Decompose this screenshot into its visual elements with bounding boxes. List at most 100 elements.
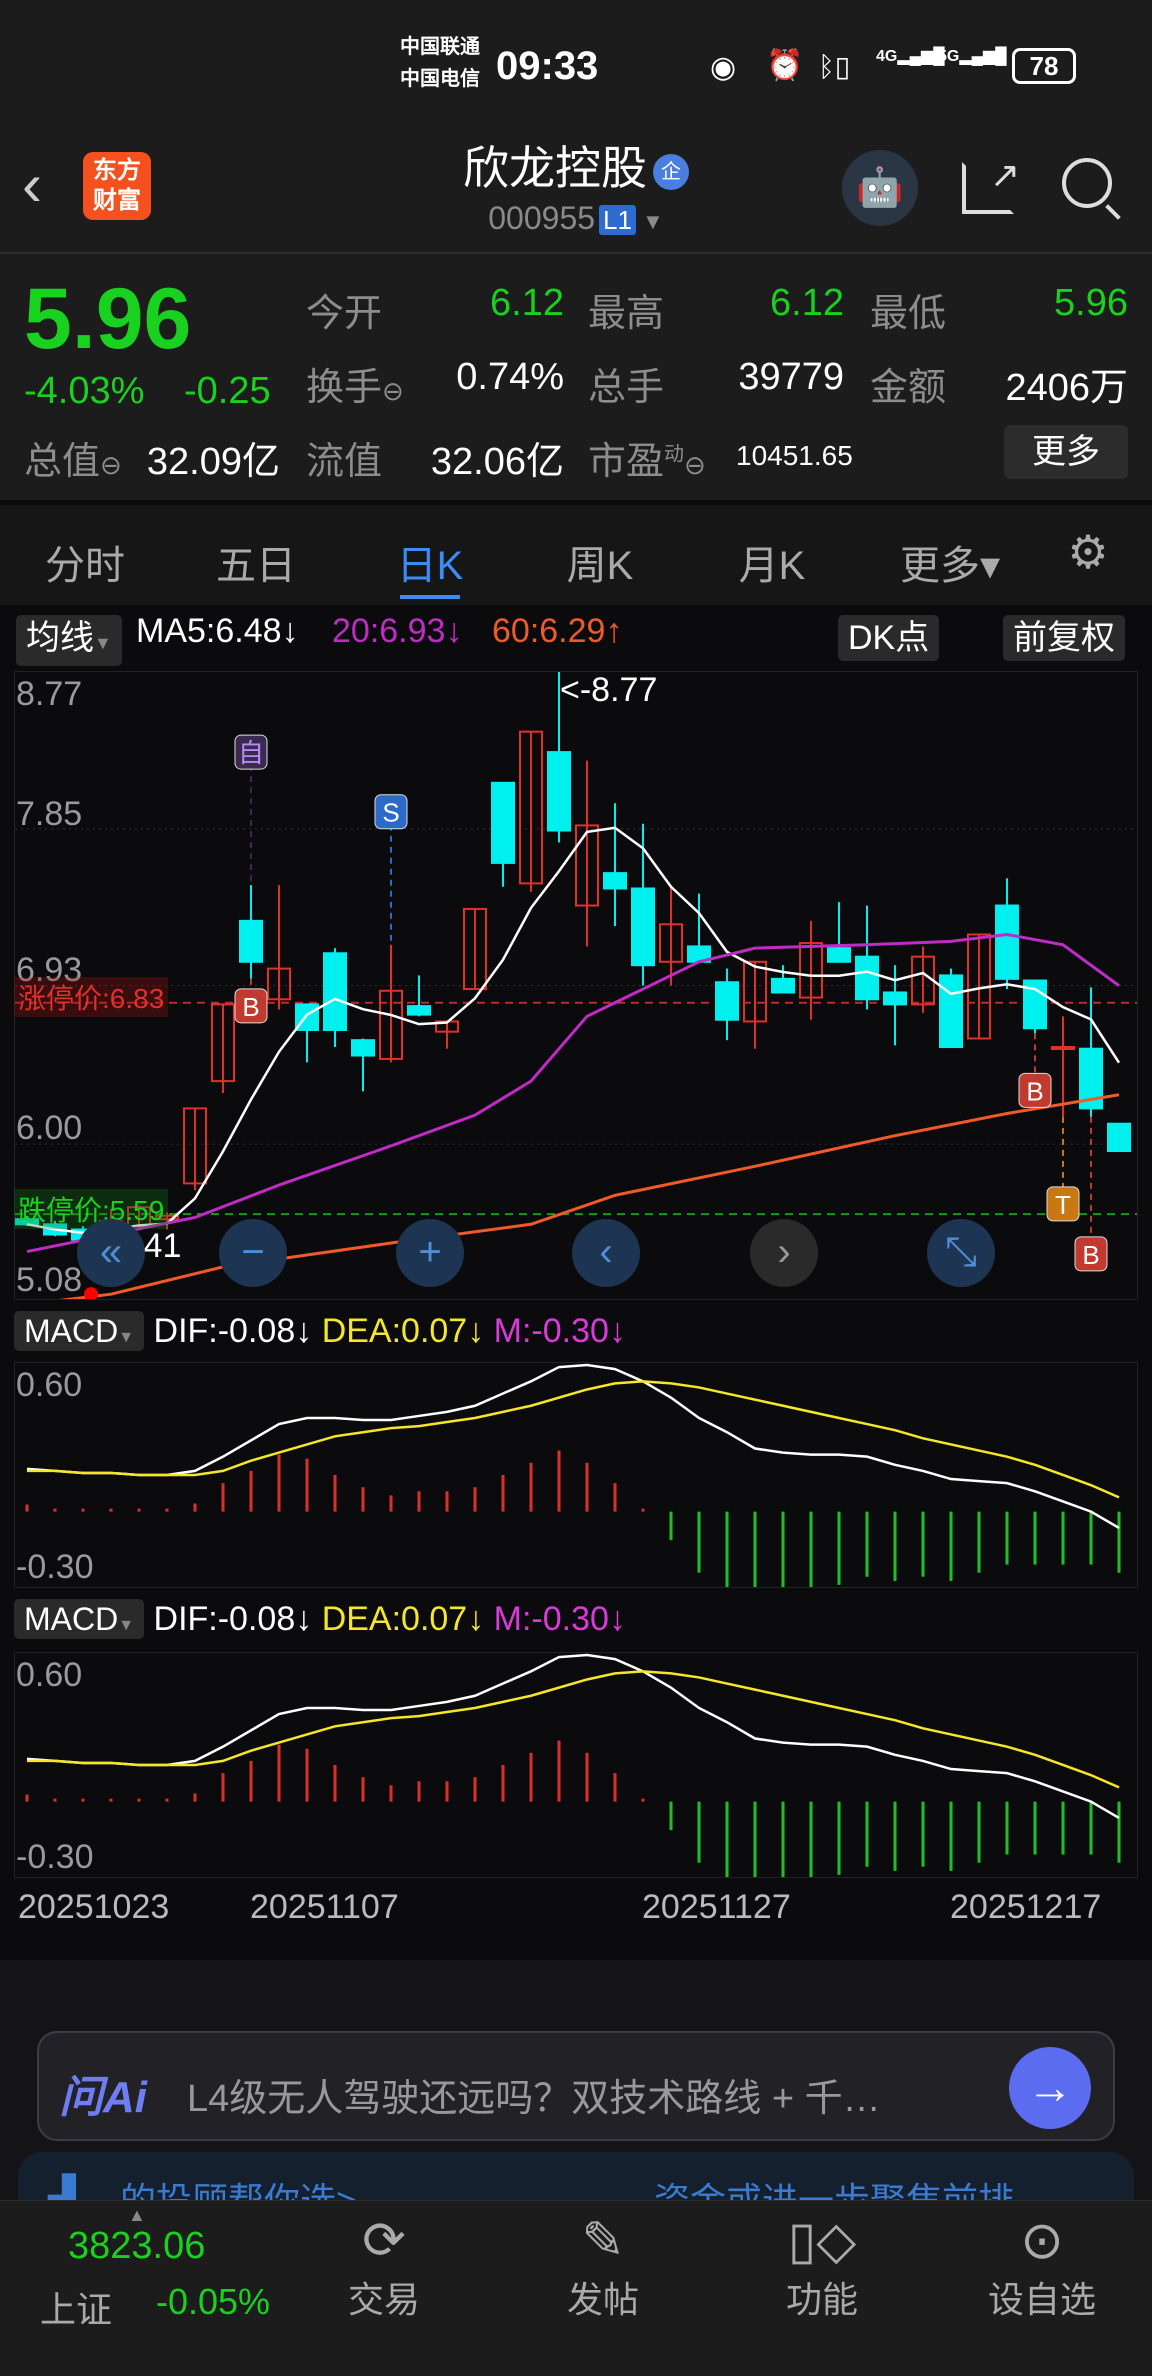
ma20-value: 20:6.93↓ <box>332 612 463 650</box>
macd-selector[interactable]: MACD▼ <box>14 1311 145 1351</box>
nav-post[interactable]: ✎ 发帖 <box>533 2211 673 2323</box>
gear-icon[interactable]: ⚙ <box>1067 525 1108 579</box>
nav-add-watchlist[interactable]: ⊙ 设自选 <box>972 2211 1112 2323</box>
tab-daily-k[interactable]: 日K <box>397 533 464 591</box>
candle-body <box>407 1005 431 1016</box>
market-cap-value: 32.09亿 <box>146 441 280 483</box>
robot-avatar[interactable]: 🤖 <box>842 150 918 226</box>
float-cap-label: 流值 <box>306 441 383 483</box>
tab-intraday[interactable]: 分时 <box>45 533 125 591</box>
nav-label: 交易 <box>347 2279 420 2320</box>
nav-trade[interactable]: ⟳ 交易 <box>314 2211 454 2323</box>
bottom-nav: ▲ 3823.06 上证 -0.05% ⟳ 交易 ✎ 发帖 ▯◇ 功能 ⊙ 设自选 <box>0 2200 1152 2376</box>
edit-icon: ✎ <box>581 2212 625 2270</box>
limit-down-label: 跌停价:5.59 <box>14 1189 169 1229</box>
candle-body <box>771 977 795 994</box>
arrow-right-icon[interactable]: → <box>1009 2047 1091 2129</box>
candle-body <box>631 887 655 967</box>
kline-svg: 自SBBTB <box>14 671 1138 1300</box>
dea-value: DEA:0.07↓ <box>321 1312 485 1350</box>
candle-body <box>323 952 347 1031</box>
tab-five-day[interactable]: 五日 <box>216 533 296 591</box>
candle-body <box>855 955 879 1001</box>
current-price: 5.96 <box>24 271 192 367</box>
date-label: 20251107 <box>250 1888 399 1926</box>
nav-functions[interactable]: ▯◇ 功能 <box>752 2211 892 2323</box>
macd-chart-1 <box>14 1362 1138 1588</box>
candle-body <box>883 991 907 1006</box>
share-icon[interactable]: ↗ <box>962 154 1020 214</box>
candle-body <box>351 1039 375 1057</box>
signal-label: B <box>1082 1240 1099 1270</box>
macd-y-tick: 0.60 <box>16 1366 83 1404</box>
tab-monthly-k[interactable]: 月K <box>739 533 806 591</box>
ai-prompt-bar[interactable]: 问Ai L4级无人驾驶还远吗？双技术路线 + 千… → <box>37 2031 1115 2141</box>
fullscreen-icon[interactable]: ⤡ <box>927 1219 995 1287</box>
index-value[interactable]: 3823.06 <box>68 2225 205 2268</box>
y-tick: 6.00 <box>16 1109 83 1147</box>
y-tick: 7.85 <box>16 795 83 833</box>
market-cap-label: 总值⊖ <box>24 430 122 485</box>
dk-point-button[interactable]: DK点 <box>838 615 940 661</box>
zoom-out-icon[interactable]: − <box>219 1219 287 1287</box>
chevron-right-icon[interactable]: › <box>750 1219 818 1287</box>
signal-4g-icon: 4G▂▄▆█ <box>876 48 945 65</box>
y-tick: 5.08 <box>16 1261 83 1299</box>
zoom-in-icon[interactable]: + <box>396 1219 464 1287</box>
net-label-2: 5G <box>938 48 960 65</box>
date-label: 20251217 <box>950 1888 1102 1926</box>
index-name: 上证 <box>40 2289 113 2330</box>
tab-weekly-k[interactable]: 周K <box>567 533 634 591</box>
caret-down-icon: ▼ <box>641 209 664 234</box>
low-value: 5.96 <box>1054 282 1128 324</box>
signal-label: B <box>242 992 259 1022</box>
macd-header-1: MACD▼ DIF:-0.08↓ DEA:0.07↓ M:-0.30↓ <box>14 1310 626 1359</box>
change-amount: -0.25 <box>184 370 271 412</box>
ma-selector[interactable]: 均线▼ <box>16 615 122 666</box>
dif-value: DIF:-0.08↓ <box>153 1600 313 1638</box>
signal-label: T <box>1055 1190 1071 1220</box>
adjust-button[interactable]: 前复权 <box>1003 615 1125 661</box>
turnover-label: 换手⊖ <box>306 356 404 411</box>
date-label: 20251023 <box>18 1888 170 1926</box>
ma-selector-label: 均线 <box>26 619 94 657</box>
net-label-1: 4G <box>876 48 898 65</box>
candle-body <box>827 947 851 963</box>
alarm-icon: ⏰ <box>766 49 804 82</box>
macd-name: MACD <box>24 1313 119 1349</box>
open-value: 6.12 <box>490 282 564 324</box>
tab-more[interactable]: 更多▾ <box>900 533 1000 591</box>
dif-value: DIF:-0.08↓ <box>153 1312 313 1350</box>
ma60-value: 60:6.29↑ <box>492 612 623 650</box>
info-icon[interactable]: ⊖ <box>382 376 404 406</box>
volume-label: 总手 <box>588 367 665 409</box>
ai-logo: 问Ai <box>59 2073 147 2122</box>
pe-value: 10451.65 <box>736 440 853 471</box>
ma5-value: MA5:6.48↓ <box>136 612 299 650</box>
candle-body <box>491 781 515 864</box>
amount-label: 金额 <box>870 367 947 409</box>
pe-label-text: 市盈 <box>588 441 665 483</box>
macd-selector[interactable]: MACD▼ <box>14 1599 145 1639</box>
y-tick: 8.77 <box>16 675 83 713</box>
dea-value: DEA:0.07↓ <box>321 1600 485 1638</box>
caret-down-icon: ▼ <box>118 1617 135 1634</box>
candle-body <box>547 751 571 832</box>
double-chevron-left-icon[interactable]: « <box>77 1219 145 1287</box>
stock-code: 000955 <box>488 200 596 236</box>
high-value: 6.12 <box>770 282 844 324</box>
chevron-left-icon[interactable]: ‹ <box>572 1219 640 1287</box>
kline-chart[interactable]: 自SBBTB 8.77 7.85 6.93 6.00 5.08 涨停价:6.83… <box>14 671 1138 1300</box>
more-button[interactable]: 更多 <box>1004 425 1128 479</box>
stock-name: 欣龙控股 <box>463 142 647 194</box>
battery-icon: 78 <box>1012 48 1076 84</box>
candle-body <box>239 919 263 963</box>
search-icon[interactable] <box>1062 158 1121 220</box>
info-icon[interactable]: ⊖ <box>684 450 706 480</box>
carrier-1: 中国联通 <box>400 36 480 58</box>
info-icon[interactable]: ⊖ <box>100 450 122 480</box>
macd-name: MACD <box>24 1601 119 1637</box>
chart-tabs: 分时 五日 日K 周K 月K 更多▾ ⚙ <box>0 505 1152 605</box>
level-badge: L1 <box>599 205 636 235</box>
pe-label: 市盈动⊖ <box>588 430 706 485</box>
